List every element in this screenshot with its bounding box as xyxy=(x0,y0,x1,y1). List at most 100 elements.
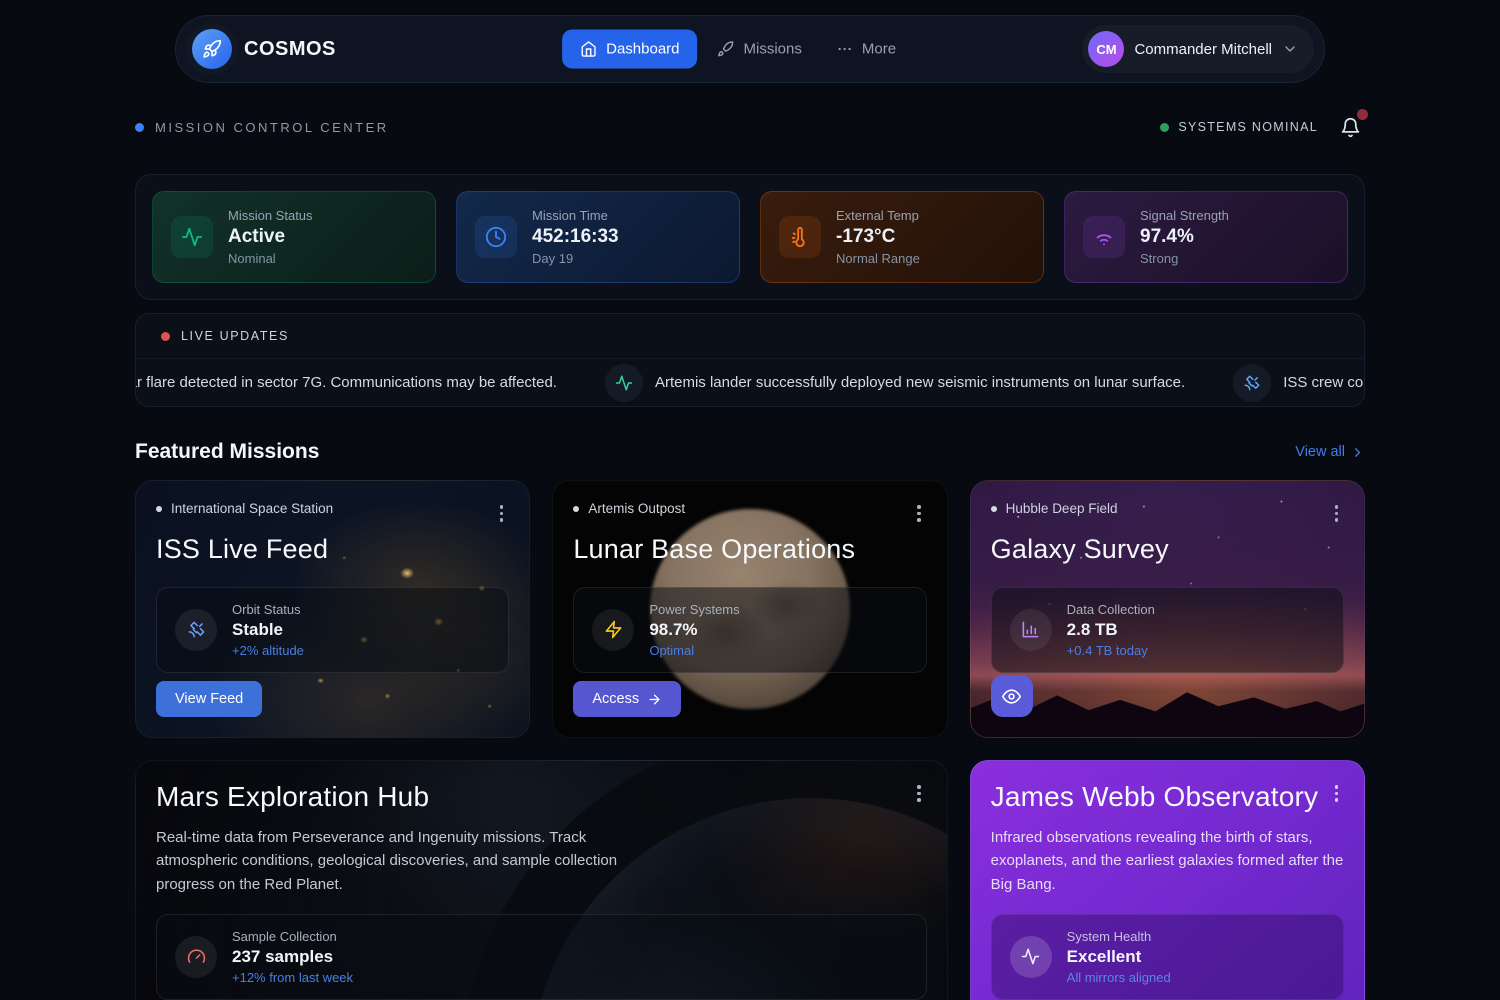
stat-value: 97.4% xyxy=(1140,226,1229,248)
avatar-initials: CM xyxy=(1096,42,1116,57)
brand-group: COSMOS xyxy=(192,29,336,69)
mission-tag: Artemis Outpost xyxy=(573,501,685,516)
tab-dashboard[interactable]: Dashboard xyxy=(562,30,697,69)
eye-icon xyxy=(1002,687,1021,706)
mission-tag: Hubble Deep Field xyxy=(991,501,1118,516)
page-title: MISSION CONTROL CENTER xyxy=(155,120,389,135)
bar-chart-icon xyxy=(1010,609,1052,651)
card-menu-button[interactable] xyxy=(1329,781,1345,806)
access-button[interactable]: Access xyxy=(573,681,681,717)
mission-description: Real-time data from Perseverance and Ing… xyxy=(156,826,661,896)
rocket-icon xyxy=(718,41,735,58)
ticker-text: ISS crew completes critical EVA repairs. xyxy=(1283,374,1364,391)
tab-dashboard-label: Dashboard xyxy=(606,41,679,58)
mission-cards-grid: International Space Station ISS Live Fee… xyxy=(135,480,1365,1000)
stat-value: Excellent xyxy=(1067,947,1171,967)
view-feed-button[interactable]: View Feed xyxy=(156,681,262,717)
stat-label: Mission Status xyxy=(228,208,313,223)
bell-icon xyxy=(1340,117,1361,138)
view-all-link[interactable]: View all xyxy=(1295,444,1365,460)
card-menu-button[interactable] xyxy=(1329,501,1345,526)
brand-title: COSMOS xyxy=(244,38,336,61)
section-title: Featured Missions xyxy=(135,440,319,464)
mission-stat-box: Orbit Status Stable +2% altitude xyxy=(156,587,509,673)
home-icon xyxy=(580,41,597,58)
activity-icon xyxy=(605,364,643,402)
chevron-right-icon xyxy=(1350,445,1365,460)
tab-more[interactable]: More xyxy=(822,30,910,69)
ellipsis-icon xyxy=(836,41,853,58)
stat-value: 237 samples xyxy=(232,947,353,967)
mission-title: Galaxy Survey xyxy=(991,534,1344,565)
mission-card-lunar: Artemis Outpost Lunar Base Operations Po… xyxy=(552,480,947,738)
mission-title: Mars Exploration Hub xyxy=(156,781,429,813)
mission-title: ISS Live Feed xyxy=(156,534,509,565)
ticker-item: Artemis lander successfully deployed new… xyxy=(605,364,1185,402)
tab-more-label: More xyxy=(862,41,896,58)
lightning-icon xyxy=(592,609,634,651)
stat-value: Active xyxy=(228,226,313,248)
mission-title: Lunar Base Operations xyxy=(573,534,926,565)
mission-stat-box: System Health Excellent All mirrors alig… xyxy=(991,914,1344,1000)
view-button[interactable] xyxy=(991,675,1033,717)
ticker-item: Solar flare detected in sector 7G. Commu… xyxy=(136,364,557,402)
cosmos-dashboard: COSMOS Dashboard Missions More CM Comman… xyxy=(0,15,1500,1000)
tab-missions[interactable]: Missions xyxy=(704,30,816,69)
satellite-icon xyxy=(175,609,217,651)
notifications-button[interactable] xyxy=(1336,113,1365,142)
stat-label: System Health xyxy=(1067,929,1171,944)
stat-label: Sample Collection xyxy=(232,929,353,944)
stat-label: Data Collection xyxy=(1067,602,1155,617)
stat-sub: Strong xyxy=(1140,251,1229,266)
stat-sub: Day 19 xyxy=(532,251,619,266)
mission-stat-box: Data Collection 2.8 TB +0.4 TB today xyxy=(991,587,1344,673)
card-menu-button[interactable] xyxy=(911,501,927,526)
mission-tag-label: Artemis Outpost xyxy=(588,501,685,516)
chevron-down-icon xyxy=(1282,41,1298,57)
arrow-right-icon xyxy=(647,692,662,707)
button-label: Access xyxy=(592,691,639,707)
stat-card-external-temp: External Temp -173°C Normal Range xyxy=(760,191,1044,283)
stats-panel: Mission Status Active Nominal Mission Ti… xyxy=(135,174,1365,300)
rocket-logo-icon xyxy=(192,29,232,69)
card-menu-button[interactable] xyxy=(494,501,510,526)
stat-value: -173°C xyxy=(836,226,920,248)
stat-value: Stable xyxy=(232,620,304,640)
stat-card-mission-time: Mission Time 452:16:33 Day 19 xyxy=(456,191,740,283)
stat-sub: +12% from last week xyxy=(232,970,353,985)
stat-value: 98.7% xyxy=(649,620,739,640)
mission-tag-label: International Space Station xyxy=(171,501,333,516)
mission-card-mars: Mars Exploration Hub Real-time data from… xyxy=(135,760,948,1000)
user-menu[interactable]: CM Commander Mitchell xyxy=(1082,25,1314,73)
blue-dot xyxy=(135,123,144,132)
mission-title: James Webb Observatory xyxy=(991,781,1319,813)
stat-sub: All mirrors aligned xyxy=(1067,970,1171,985)
avatar: CM xyxy=(1088,31,1124,67)
mission-card-jwst: James Webb Observatory Infrared observat… xyxy=(970,760,1365,1000)
stat-sub: Normal Range xyxy=(836,251,920,266)
stat-value: 2.8 TB xyxy=(1067,620,1155,640)
systems-status: SYSTEMS NOMINAL xyxy=(1160,120,1318,134)
mission-control-heading: MISSION CONTROL CENTER xyxy=(135,120,389,135)
green-dot xyxy=(1160,123,1169,132)
stat-label: Mission Time xyxy=(532,208,619,223)
activity-icon xyxy=(171,216,213,258)
ticker-text: Artemis lander successfully deployed new… xyxy=(655,374,1185,391)
mission-card-iss: International Space Station ISS Live Fee… xyxy=(135,480,530,738)
tab-missions-label: Missions xyxy=(744,41,802,58)
user-name: Commander Mitchell xyxy=(1134,41,1272,58)
ticker-text: Solar flare detected in sector 7G. Commu… xyxy=(136,374,557,391)
wifi-icon xyxy=(1083,216,1125,258)
news-ticker: Solar flare detected in sector 7G. Commu… xyxy=(136,359,1364,406)
clock-icon xyxy=(475,216,517,258)
card-menu-button[interactable] xyxy=(911,781,927,806)
primary-tabs: Dashboard Missions More xyxy=(562,30,910,69)
stat-sub: Nominal xyxy=(228,251,313,266)
mission-card-galaxy: Hubble Deep Field Galaxy Survey Data Col… xyxy=(970,480,1365,738)
satellite-icon xyxy=(1233,364,1271,402)
activity-icon xyxy=(1010,936,1052,978)
live-updates-panel: LIVE UPDATES Solar flare detected in sec… xyxy=(135,313,1365,407)
stat-card-mission-status: Mission Status Active Nominal xyxy=(152,191,436,283)
stat-label: Orbit Status xyxy=(232,602,304,617)
stat-sub: +2% altitude xyxy=(232,643,304,658)
